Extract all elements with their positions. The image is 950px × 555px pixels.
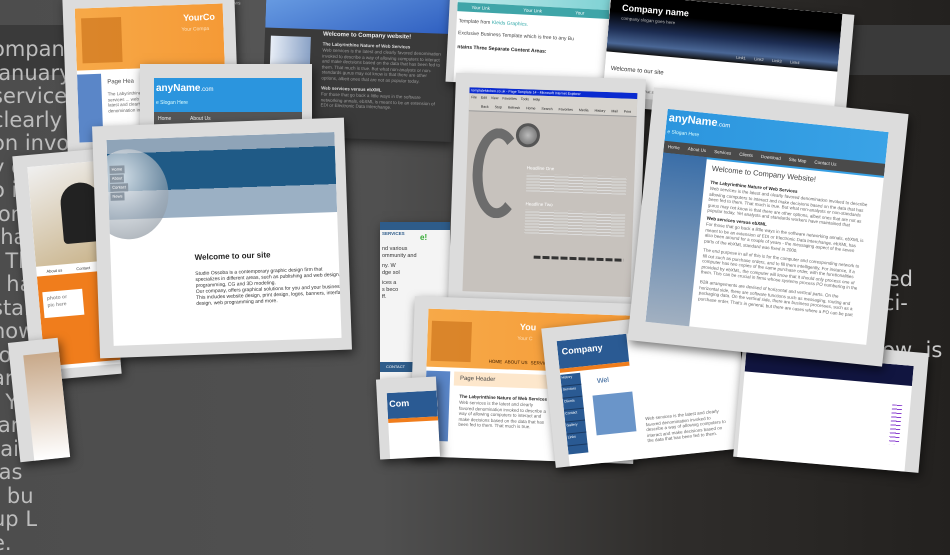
text: Template from	[458, 18, 491, 26]
nav-item[interactable]: Back	[481, 105, 489, 109]
computer-image	[430, 320, 472, 363]
brand: Com	[388, 397, 410, 409]
paragraph: Web services is the latest and clearly f…	[458, 399, 547, 430]
brand: YourCo	[182, 11, 216, 23]
page-header: Page Hea	[107, 78, 135, 86]
nav-item[interactable]: Help	[533, 97, 540, 101]
nav-item[interactable]: Home	[526, 106, 535, 110]
building-banner	[265, 0, 457, 35]
nav-item[interactable]: Edit	[637, 110, 638, 114]
card-studio-template: Home About Contact News Welcome to our s…	[92, 117, 352, 359]
contact-link[interactable]: CONTACT	[386, 364, 405, 370]
slogan: e Slogan Here	[156, 100, 188, 106]
link[interactable]: Link2	[754, 56, 764, 63]
nav-item[interactable]: Refresh	[508, 106, 520, 110]
title: Welcome to Company website!	[322, 31, 412, 41]
nav-item[interactable]: Search	[541, 107, 552, 111]
paragraph: Studio Ossoba is a contemporary graphic …	[195, 266, 342, 307]
page-header: Page Header	[459, 375, 496, 383]
teal-link[interactable]: Your	[575, 10, 584, 16]
slogan: Your C	[517, 335, 533, 343]
photo-placeholder: photo or pic here	[42, 288, 85, 319]
text: dge sol	[382, 270, 400, 276]
nav-item[interactable]: Stop	[495, 105, 502, 109]
card-blue-company: anyName.com e Slogan Here Home About Us Se…	[627, 87, 909, 367]
text: ommunity and	[382, 253, 417, 259]
headline: Headline One	[526, 165, 555, 172]
welcome: Wel	[596, 376, 610, 386]
nav-home[interactable]: Home	[109, 165, 125, 174]
brand: You	[519, 321, 537, 333]
nav-item[interactable]: View	[491, 96, 499, 100]
teal-link[interactable]: Your Link	[471, 5, 490, 12]
text: nd various	[382, 246, 408, 252]
nav-item[interactable]: Home	[667, 144, 680, 151]
nav-item[interactable]: Links	[566, 432, 588, 447]
nav-about[interactable]: About	[109, 174, 125, 183]
text: ff.	[382, 294, 387, 300]
nav-contact[interactable]: Contact	[110, 183, 129, 192]
paragraph: For those that go back a little ways in …	[320, 91, 435, 110]
nav-home[interactable]: Home	[158, 116, 171, 122]
heading: e!	[420, 233, 428, 242]
text: ntains Three Separate Content Areas:	[457, 44, 547, 55]
metal-ornament	[471, 127, 525, 220]
card-company-bottom-left: Com	[375, 376, 441, 460]
link[interactable]: Link1	[736, 55, 746, 62]
nav-item[interactable]: Media	[579, 108, 589, 112]
nav-item[interactable]: Clients	[739, 152, 753, 159]
nav-item[interactable]: History	[594, 109, 605, 113]
computer-image	[592, 391, 637, 436]
nav-about[interactable]: ABOUT US	[505, 359, 528, 366]
divider	[533, 255, 624, 262]
nav-about[interactable]: About Us	[190, 116, 211, 122]
nav-item[interactable]: Edit	[481, 96, 487, 100]
text: ny. W	[382, 263, 396, 269]
text: s beco	[382, 287, 399, 293]
welcome-title: Welcome to our site	[194, 250, 271, 262]
brand: anyName	[156, 83, 201, 94]
services-label: SERVICES	[382, 231, 405, 236]
tld: .com	[200, 87, 214, 93]
paragraph: Web services is the latest and clearly f…	[321, 47, 441, 84]
nav-item[interactable]: Favorites	[558, 107, 573, 112]
nav-home[interactable]: HOME	[489, 359, 503, 365]
teal-link[interactable]: Your Link	[523, 8, 542, 15]
tld: .com	[716, 122, 731, 130]
link[interactable]: Kleids Graphics.	[492, 20, 529, 28]
nav-item[interactable]: File	[471, 95, 477, 99]
link[interactable]: Link3	[772, 58, 782, 65]
nav-item[interactable]: Print	[624, 110, 631, 114]
link[interactable]: Link4	[790, 59, 800, 66]
computer-image	[81, 17, 123, 64]
card-ie-template: templatekitchen.co.uk - Page Template 14…	[448, 72, 646, 310]
nav-item[interactable]: Mail	[611, 109, 618, 113]
slogan: Your Compa	[181, 25, 210, 33]
text: ices a	[382, 280, 397, 286]
headline: Headline Two	[525, 201, 553, 208]
paragraph: Web services is the latest and clearly f…	[644, 408, 726, 444]
nav-item[interactable]: Tools	[521, 97, 529, 101]
metal-knob	[515, 122, 541, 148]
text: Exclusive Business Template which is fre…	[457, 30, 575, 43]
nav-news[interactable]: News	[110, 192, 125, 201]
welcome: Welcome to our site	[610, 65, 664, 77]
nav-item[interactable]: Favorites	[502, 96, 517, 101]
